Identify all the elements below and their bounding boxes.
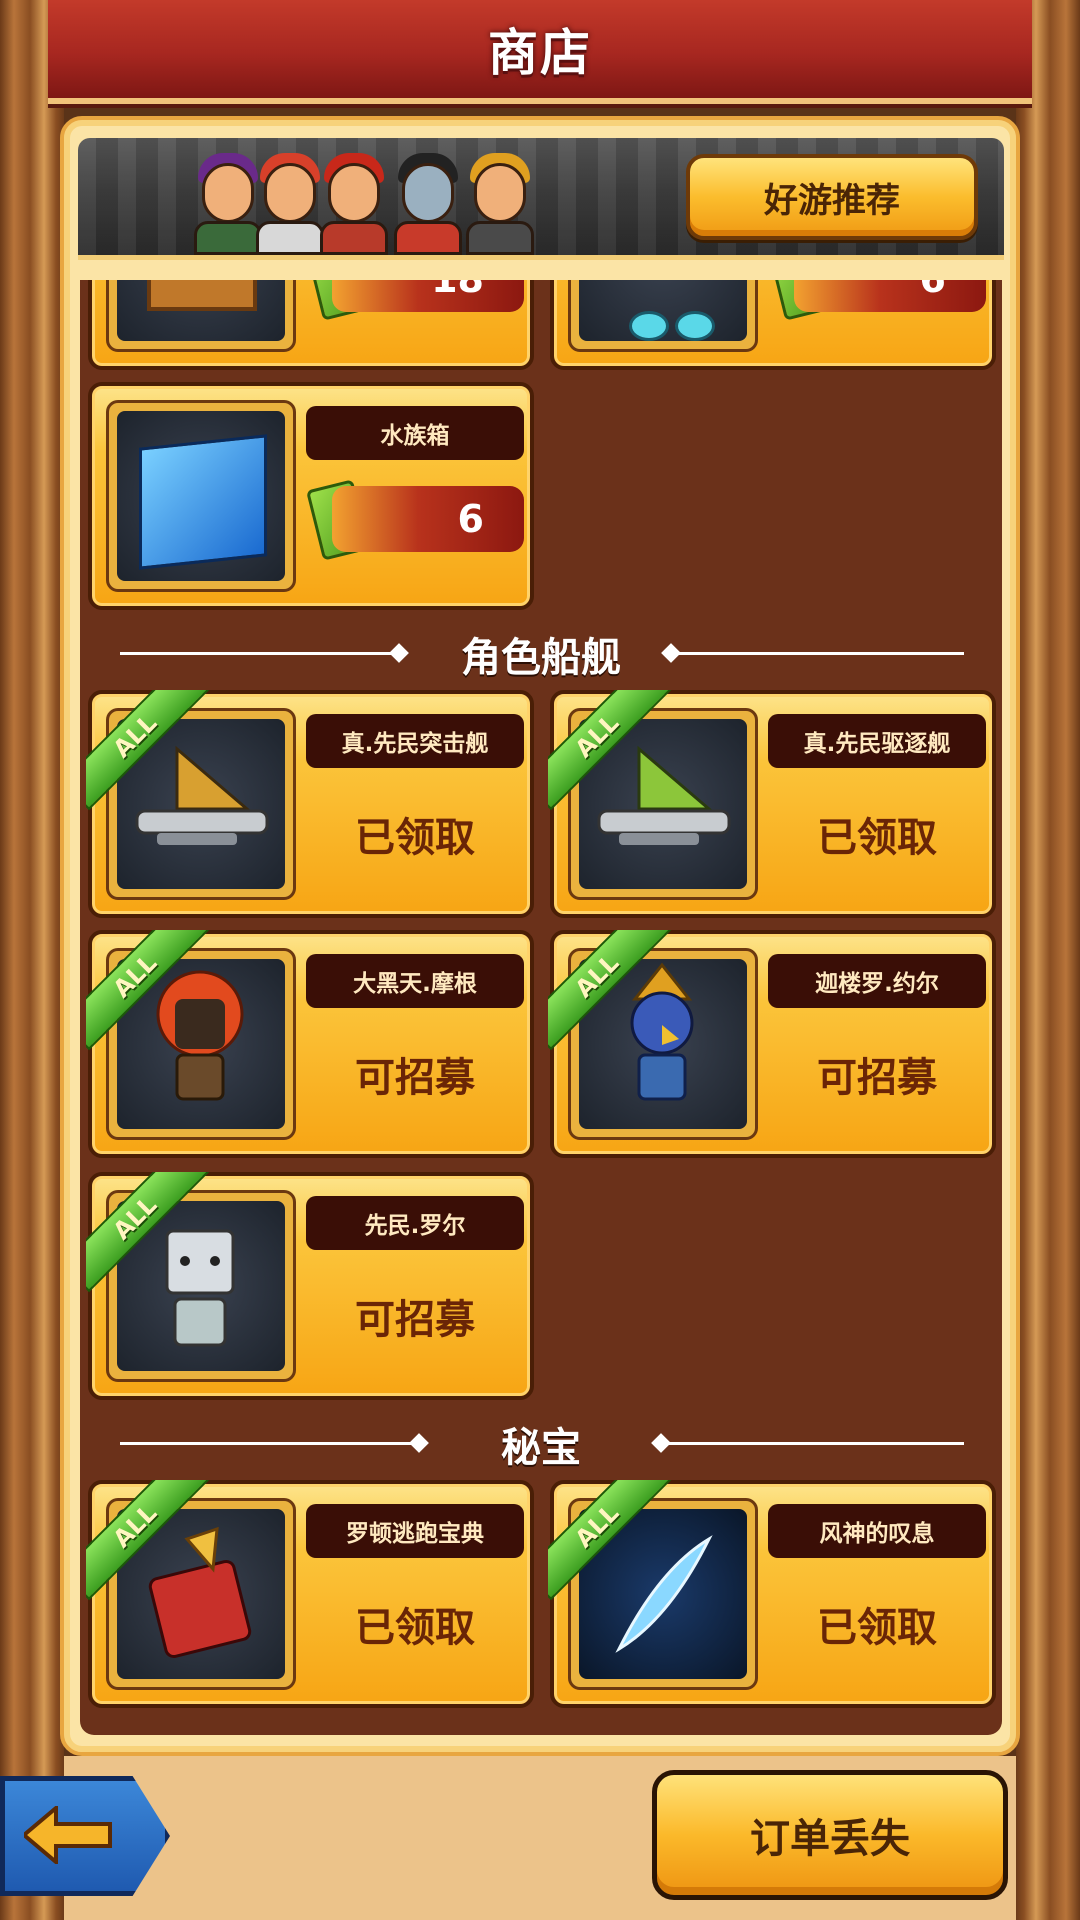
shop-card-top-left[interactable]: 18	[88, 280, 534, 370]
shop-card-water-box[interactable]: 水族箱 6	[88, 382, 534, 610]
item-thumb	[106, 948, 296, 1140]
banner-hero-5	[460, 145, 540, 255]
shop-card-ror[interactable]: ALL 先民.罗尔 可招募	[86, 1172, 534, 1400]
order-lost-button[interactable]: 订单丢失	[652, 1770, 1008, 1900]
shop-card-garuda[interactable]: ALL 迦楼罗.约尔 可招募	[548, 930, 996, 1158]
item-status: 可招募	[817, 1055, 937, 1101]
crate-icon	[147, 280, 257, 311]
item-name: 水族箱	[306, 406, 524, 460]
item-price: 6	[794, 280, 986, 312]
character-icon	[165, 1229, 235, 1347]
item-status: 可招募	[355, 1055, 475, 1101]
section-title: 角色船舰	[443, 625, 639, 683]
shop-content[interactable]: 18 6 水族箱 6 角色船舰	[80, 280, 1002, 1735]
section-header-ships: 角色船舰	[80, 625, 1002, 683]
shop-card-ship-assault[interactable]: ALL 真.先民突击舰 已领取	[86, 690, 534, 918]
recommend-button[interactable]: 好游推荐	[686, 154, 978, 240]
character-icon	[156, 970, 244, 1101]
item-status: 已领取	[355, 815, 475, 861]
shop-card-wind-sigh[interactable]: ALL 风神的叹息 已领取	[548, 1480, 996, 1708]
banner-hero-3	[314, 145, 394, 255]
title-bar: 商店	[48, 0, 1032, 104]
ship-icon	[597, 745, 731, 845]
item-price: 6	[332, 486, 524, 552]
item-name: 真.先民驱逐舰	[768, 714, 986, 768]
item-name: 罗顿逃跑宝典	[306, 1504, 524, 1558]
item-thumb	[568, 280, 758, 352]
item-thumb	[106, 400, 296, 592]
section-header-treasure: 秘宝	[80, 1415, 1002, 1473]
feather-icon	[615, 1535, 713, 1653]
item-thumb	[106, 280, 296, 352]
item-thumb	[568, 708, 758, 900]
item-name: 先民.罗尔	[306, 1196, 524, 1250]
goggles-icon	[629, 311, 669, 341]
item-status: 可招募	[355, 1297, 475, 1343]
item-price: 18	[332, 280, 524, 312]
ship-icon	[135, 745, 269, 845]
item-thumb	[568, 1498, 758, 1690]
item-status: 已领取	[355, 1605, 475, 1651]
back-arrow-icon[interactable]	[24, 1806, 114, 1864]
item-thumb	[106, 708, 296, 900]
item-status: 已领取	[817, 1605, 937, 1651]
shop-card-ship-destroyer[interactable]: ALL 真.先民驱逐舰 已领取	[548, 690, 996, 918]
book-icon	[148, 1526, 252, 1659]
item-name: 迦楼罗.约尔	[768, 954, 986, 1008]
character-icon	[630, 962, 694, 1101]
page-title: 商店	[488, 24, 592, 82]
item-thumb	[568, 948, 758, 1140]
item-name: 大黑天.摩根	[306, 954, 524, 1008]
item-thumb	[106, 1190, 296, 1382]
item-thumb	[106, 1498, 296, 1690]
item-name: 风神的叹息	[768, 1504, 986, 1558]
item-status: 已领取	[817, 815, 937, 861]
aquarium-icon	[139, 434, 267, 570]
shop-card-escape-book[interactable]: ALL 罗顿逃跑宝典 已领取	[86, 1480, 534, 1708]
shop-card-top-right[interactable]: 6	[550, 280, 996, 370]
section-title: 秘宝	[483, 1415, 599, 1473]
banner-hero-4	[388, 145, 468, 255]
shop-card-morgan[interactable]: ALL 大黑天.摩根 可招募	[86, 930, 534, 1158]
item-name: 真.先民突击舰	[306, 714, 524, 768]
